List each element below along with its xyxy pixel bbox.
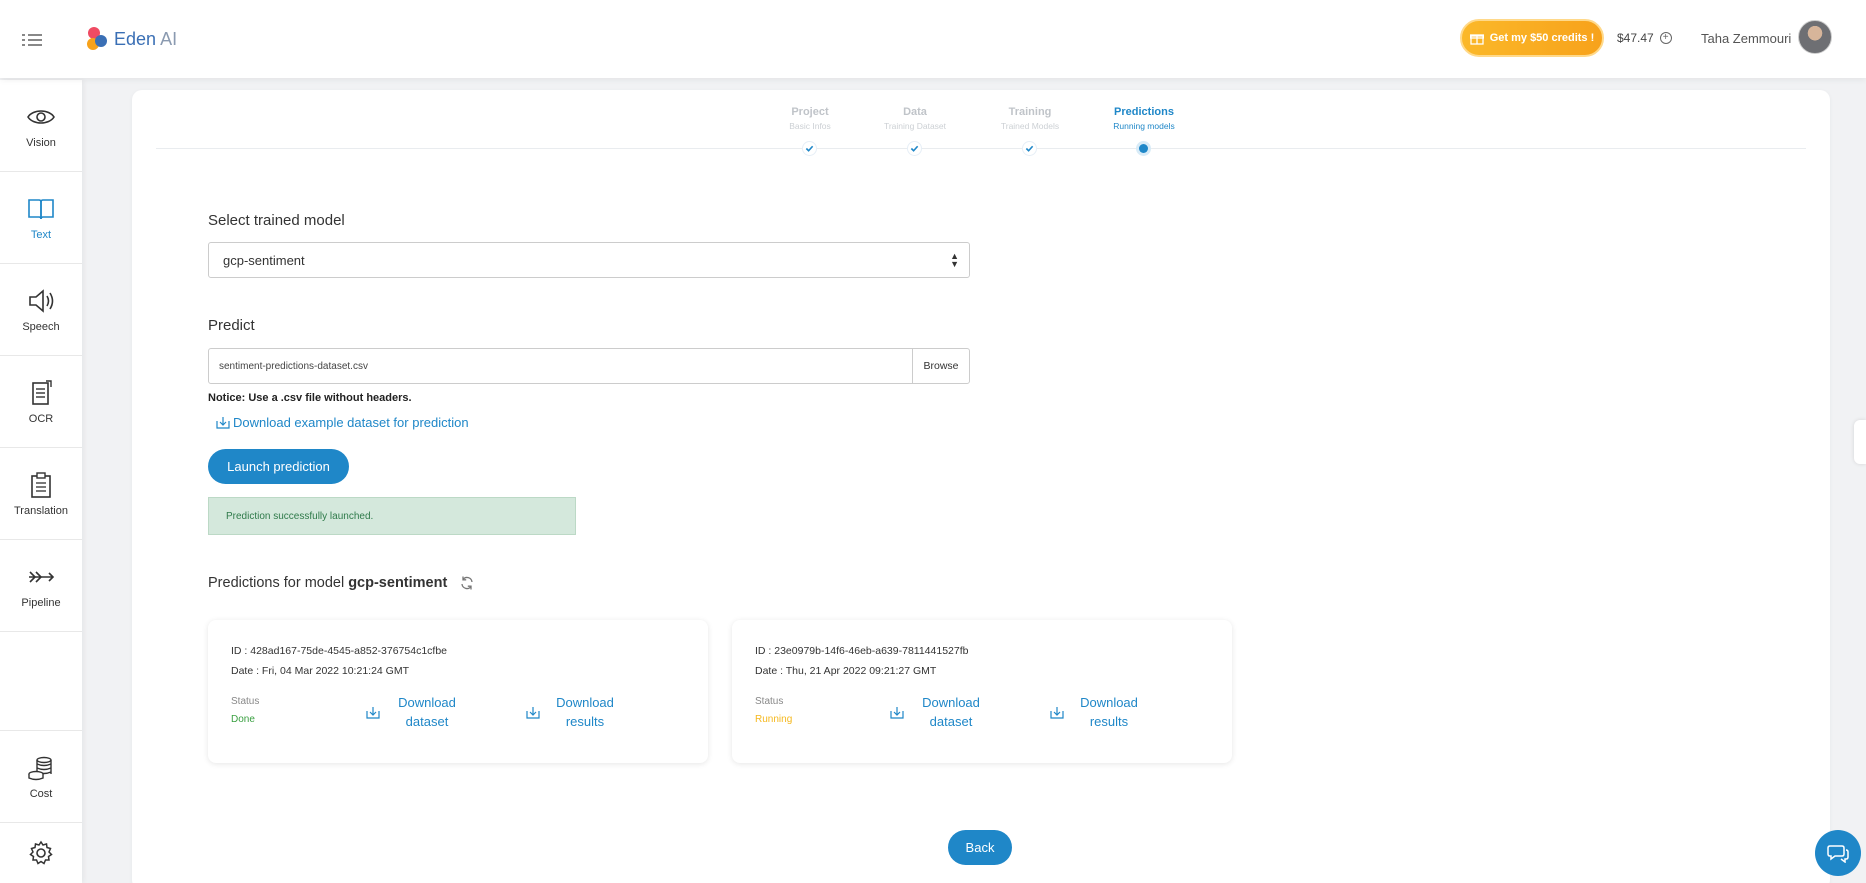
pipeline-icon: [29, 570, 55, 583]
step-subtitle: Basic Infos: [789, 121, 831, 131]
book-icon: [28, 198, 54, 219]
step-data[interactable]: Data Training Dataset: [855, 106, 975, 155]
download-icon: [366, 706, 380, 719]
sidebar-item-vision[interactable]: Vision: [0, 80, 82, 172]
file-input[interactable]: sentiment-predictions-dataset.csv: [208, 348, 914, 384]
speaker-icon: [29, 288, 54, 313]
step-done-check-icon: [803, 142, 816, 155]
select-arrows-icon: ▲ ▼: [950, 251, 959, 269]
prediction-id: ID : 23e0979b-14f6-46eb-a639-7811441527f…: [755, 645, 969, 657]
csv-notice: Notice: Use a .csv file without headers.: [208, 392, 412, 404]
step-subtitle: Trained Models: [1000, 121, 1060, 131]
sidebar-item-label: Cost: [29, 787, 53, 800]
sidebar: Vision Text Speech OCR Translation Pipel…: [0, 80, 82, 883]
step-subtitle: Training Dataset: [883, 121, 947, 131]
avatar[interactable]: [1798, 20, 1832, 54]
credits-button-label: Get my $50 credits !: [1489, 32, 1595, 44]
step-done-check-icon: [1023, 142, 1036, 155]
step-title: Project: [791, 106, 829, 118]
step-subtitle: Running models: [1113, 121, 1175, 131]
download-results-button[interactable]: Download results: [526, 693, 620, 731]
download-dataset-label: Download dataset: [922, 695, 980, 729]
download-example-link[interactable]: Download example dataset for prediction: [216, 415, 469, 430]
username[interactable]: Taha Zemmouri: [1701, 31, 1791, 46]
download-icon: [526, 706, 540, 719]
sidebar-item-settings[interactable]: [0, 822, 82, 883]
refresh-icon[interactable]: [459, 575, 475, 591]
step-training[interactable]: Training Trained Models: [970, 106, 1090, 155]
add-credit-icon[interactable]: +: [1659, 32, 1672, 44]
prediction-card: ID : 23e0979b-14f6-46eb-a639-7811441527f…: [732, 620, 1232, 763]
prediction-date: Date : Fri, 04 Mar 2022 10:21:24 GMT: [231, 665, 409, 677]
predictions-title: Predictions for model gcp-sentiment: [208, 575, 475, 591]
status-label: Status: [231, 696, 260, 707]
step-title: Training: [1008, 106, 1052, 118]
selected-model-value: gcp-sentiment: [223, 253, 305, 268]
sidebar-item-translation[interactable]: Translation: [0, 448, 82, 540]
success-alert: Prediction successfully launched.: [208, 497, 576, 535]
status-badge: Done: [231, 714, 255, 725]
sidebar-item-label: Speech: [22, 320, 60, 333]
back-button[interactable]: Back: [948, 830, 1012, 865]
model-select[interactable]: gcp-sentiment ▲ ▼: [208, 242, 970, 278]
gear-icon: [29, 840, 53, 865]
download-results-button[interactable]: Download results: [1050, 693, 1144, 731]
step-project[interactable]: Project Basic Infos: [750, 106, 870, 155]
step-predictions[interactable]: Predictions Running models: [1084, 106, 1204, 153]
download-icon: [1050, 706, 1064, 719]
download-dataset-button[interactable]: Download dataset: [366, 693, 464, 731]
prediction-id: ID : 428ad167-75de-4545-a852-376754c1cfb…: [231, 645, 448, 657]
sidebar-item-text[interactable]: Text: [0, 172, 82, 264]
gift-icon: [1469, 33, 1484, 45]
sidebar-item-label: OCR: [28, 412, 54, 425]
coins-icon: [28, 756, 52, 780]
step-title: Predictions: [1114, 106, 1174, 118]
menu-toggle-icon[interactable]: [22, 33, 42, 46]
stepper-line: [156, 148, 1806, 149]
main-card: Project Basic Infos Data Training Datase…: [132, 90, 1830, 883]
logo[interactable]: Eden AI: [86, 24, 177, 54]
chat-button[interactable]: [1815, 830, 1861, 876]
predictions-model-name: gcp-sentiment: [348, 575, 448, 591]
download-icon: [216, 417, 230, 429]
browse-button[interactable]: Browse: [912, 348, 970, 384]
download-results-label: Download results: [1080, 695, 1138, 729]
step-done-check-icon: [908, 142, 921, 155]
predictions-title-prefix: Predictions for model: [208, 575, 345, 591]
eden-logo-icon: [87, 27, 107, 50]
clipboard-icon: [31, 471, 51, 498]
status-label: Status: [755, 696, 784, 707]
sidebar-item-speech[interactable]: Speech: [0, 264, 82, 356]
launch-prediction-button[interactable]: Launch prediction: [208, 449, 349, 484]
step-current-dot: [1139, 144, 1148, 153]
sidebar-item-cost[interactable]: Cost: [0, 730, 82, 823]
sidebar-item-label: Vision: [26, 136, 56, 149]
balance-value: $47.47: [1617, 31, 1654, 45]
chat-icon: [1827, 845, 1849, 863]
balance: $47.47 +: [1617, 31, 1672, 45]
sidebar-item-label: Translation: [13, 504, 68, 517]
sidebar-item-label: Text: [30, 228, 52, 241]
download-example-label: Download example dataset for prediction: [233, 415, 469, 430]
eye-icon: [27, 109, 55, 124]
sidebar-item-pipeline[interactable]: Pipeline: [0, 540, 82, 632]
sidebar-item-ocr[interactable]: OCR: [0, 356, 82, 448]
prediction-date: Date : Thu, 21 Apr 2022 09:21:27 GMT: [755, 665, 937, 677]
download-dataset-button[interactable]: Download dataset: [890, 693, 988, 731]
sidebar-item-label: Pipeline: [21, 596, 61, 609]
logo-text: Eden AI: [114, 28, 178, 49]
cost-item[interactable]: Cost: [0, 731, 82, 823]
get-credits-button[interactable]: Get my $50 credits !: [1460, 19, 1604, 57]
step-title: Data: [903, 106, 927, 118]
prediction-card: ID : 428ad167-75de-4545-a852-376754c1cfb…: [208, 620, 708, 763]
document-icon: [32, 379, 52, 405]
side-panel-toggle[interactable]: [1854, 420, 1866, 464]
status-badge: Running: [755, 714, 793, 725]
download-dataset-label: Download dataset: [398, 695, 456, 729]
download-results-label: Download results: [556, 695, 614, 729]
top-bar: Eden AI Get my $50 credits ! $47.47 + Ta…: [0, 0, 1866, 78]
predict-label: Predict: [208, 317, 255, 334]
select-model-label: Select trained model: [208, 212, 345, 229]
download-icon: [890, 706, 904, 719]
